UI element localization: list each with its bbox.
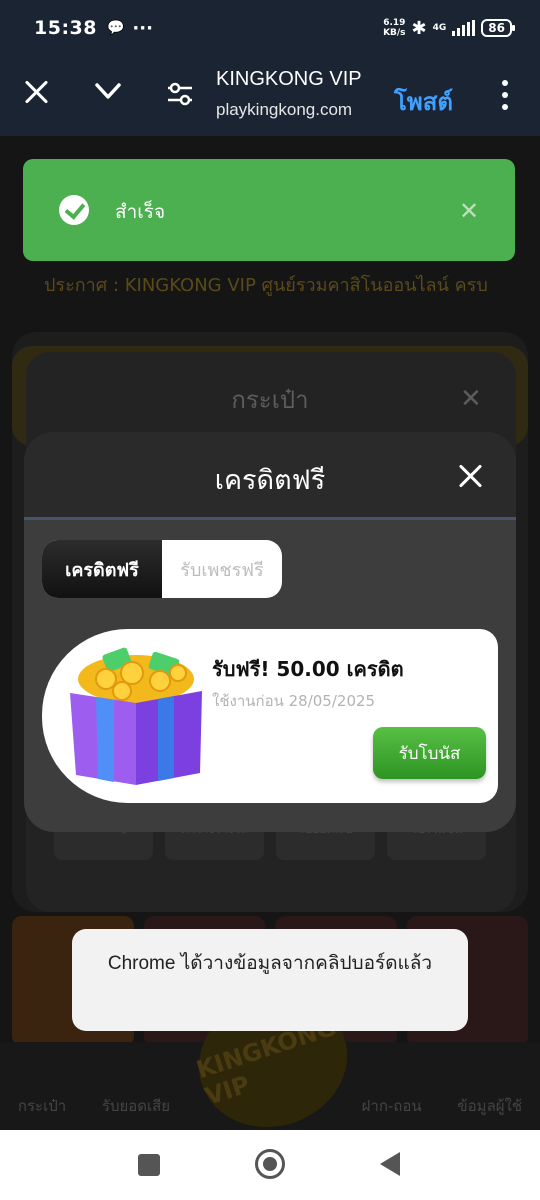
message-icon: 💬 bbox=[106, 20, 125, 36]
bluetooth-icon: ✱ bbox=[411, 17, 427, 39]
bonus-card: รับฟรี! 50.00 เครดิต ใช้งานก่อน 28/05/20… bbox=[42, 629, 498, 803]
success-toast: สำเร็จ ✕ bbox=[23, 159, 515, 261]
status-time: 15:38 bbox=[34, 17, 97, 39]
bonus-title: รับฟรี! 50.00 เครดิต bbox=[212, 657, 404, 681]
modal-title: เครดิตฟรี bbox=[214, 465, 326, 496]
tab-free-credit[interactable]: เครดิตฟรี bbox=[42, 540, 162, 598]
success-message: สำเร็จ bbox=[115, 201, 166, 223]
modal-tabs: เครดิตฟรี รับเพชรฟรี bbox=[42, 540, 282, 598]
battery-icon: 86 bbox=[481, 19, 515, 37]
system-nav-bar bbox=[0, 1130, 540, 1200]
modal-close-icon[interactable] bbox=[458, 464, 482, 488]
check-circle-icon bbox=[59, 195, 89, 225]
nav-item-deposit: ฝาก-ถอน bbox=[361, 1097, 422, 1115]
home-icon[interactable] bbox=[255, 1149, 285, 1179]
network-speed-unit: KB/s bbox=[383, 28, 406, 38]
browser-toolbar: KINGKONG VIP playkingkong.com โพสต์ bbox=[0, 56, 540, 136]
network-speed: 6.19 KB/s bbox=[383, 18, 405, 38]
close-icon[interactable] bbox=[22, 78, 50, 106]
network-type: 4G bbox=[432, 23, 447, 33]
bonus-expiry: ใช้งานก่อน 28/05/2025 bbox=[212, 692, 376, 710]
page-title: KINGKONG VIP bbox=[216, 68, 362, 90]
nav-item-profile: ข้อมูลผู้ใช้ bbox=[457, 1097, 523, 1115]
more-notifications-icon: ··· bbox=[132, 17, 153, 39]
page-url[interactable]: playkingkong.com bbox=[216, 100, 352, 120]
tab-free-diamond[interactable]: รับเพชรฟรี bbox=[162, 540, 282, 598]
post-button[interactable]: โพสต์ bbox=[394, 82, 453, 121]
signal-icon bbox=[452, 20, 476, 36]
nav-item-rebate: รับยอดเสีย bbox=[101, 1097, 171, 1115]
back-icon[interactable] bbox=[380, 1152, 400, 1176]
clipboard-toast: Chrome ได้วางข้อมูลจากคลิปบอร์ดแล้ว bbox=[72, 929, 468, 1031]
chevron-down-icon[interactable] bbox=[94, 80, 122, 102]
recents-icon[interactable] bbox=[138, 1154, 160, 1176]
claim-bonus-button[interactable]: รับโบนัส bbox=[373, 727, 486, 779]
toast-close-icon[interactable]: ✕ bbox=[459, 197, 479, 225]
more-menu-icon[interactable] bbox=[498, 80, 512, 110]
status-bar: 15:38 💬 ··· 6.19 KB/s ✱ 4G 86 bbox=[0, 0, 540, 56]
modal-header: เครดิตฟรี bbox=[24, 432, 516, 520]
network-speed-value: 6.19 bbox=[383, 18, 406, 28]
wallet-title: กระเป๋า bbox=[231, 386, 309, 414]
wallet-close-icon: ✕ bbox=[460, 384, 482, 414]
announcement-marquee: ประกาศ : KINGKONG VIP ศูนย์รวมคาสิโนออนไ… bbox=[44, 275, 488, 296]
nav-item-wallet: กระเป๋า bbox=[17, 1097, 67, 1115]
free-credit-modal: เครดิตฟรี เครดิตฟรี รับเพชรฟรี รับฟรี! 5… bbox=[24, 432, 516, 832]
site-settings-icon[interactable] bbox=[166, 80, 194, 108]
gift-box-icon bbox=[70, 647, 202, 785]
